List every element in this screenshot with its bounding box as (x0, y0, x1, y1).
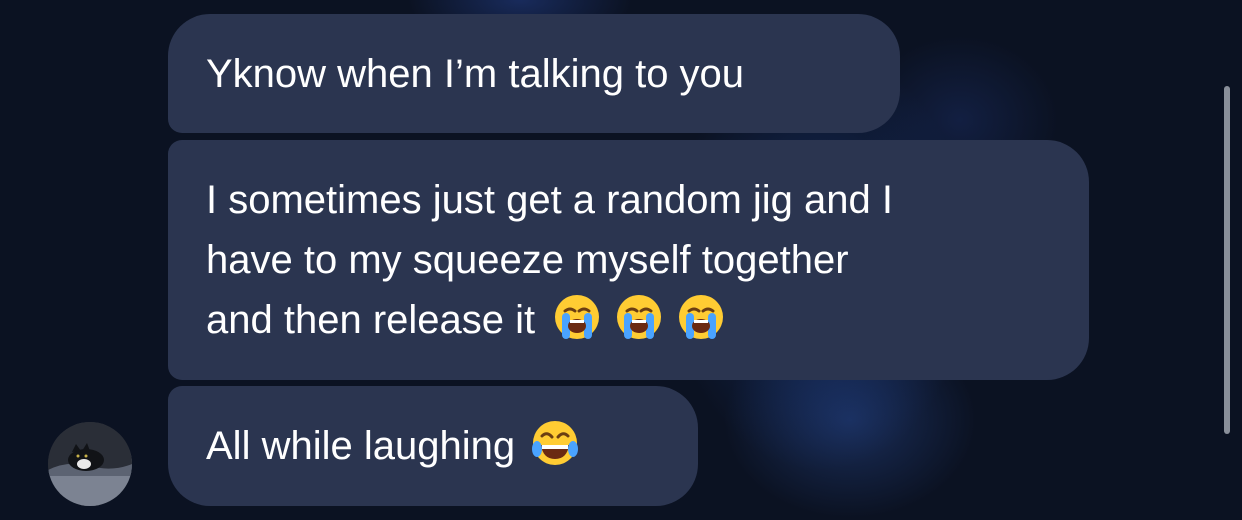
message-bubble-3[interactable]: All while laughing (168, 386, 698, 506)
loudly-crying-face-icon (679, 295, 724, 339)
loudly-crying-face-icon (617, 295, 662, 339)
message-1-text: Yknow when I’m talking to you (206, 52, 745, 96)
scrollbar[interactable] (1224, 86, 1230, 434)
cat-photo-icon (48, 422, 132, 506)
message-bubble-1[interactable]: Yknow when I’m talking to you (168, 14, 900, 133)
sender-avatar[interactable] (48, 422, 132, 506)
message-2-line-1: I sometimes just get a random jig and I (206, 178, 893, 222)
loudly-crying-face-icon (555, 295, 600, 339)
message-2-line-3: and then release it (206, 298, 536, 342)
message-3-text: All while laughing (206, 424, 516, 468)
face-with-tears-of-joy-icon (532, 421, 579, 465)
message-2-line-2: have to my squeeze myself together (206, 238, 849, 282)
message-2-line-3-wrap: and then release it (206, 290, 1089, 350)
message-3-line-wrap: All while laughing (206, 416, 698, 476)
message-bubble-2[interactable]: I sometimes just get a random jig and I … (168, 140, 1089, 380)
message-thread: Yknow when I’m talking to you I sometime… (0, 0, 1242, 520)
